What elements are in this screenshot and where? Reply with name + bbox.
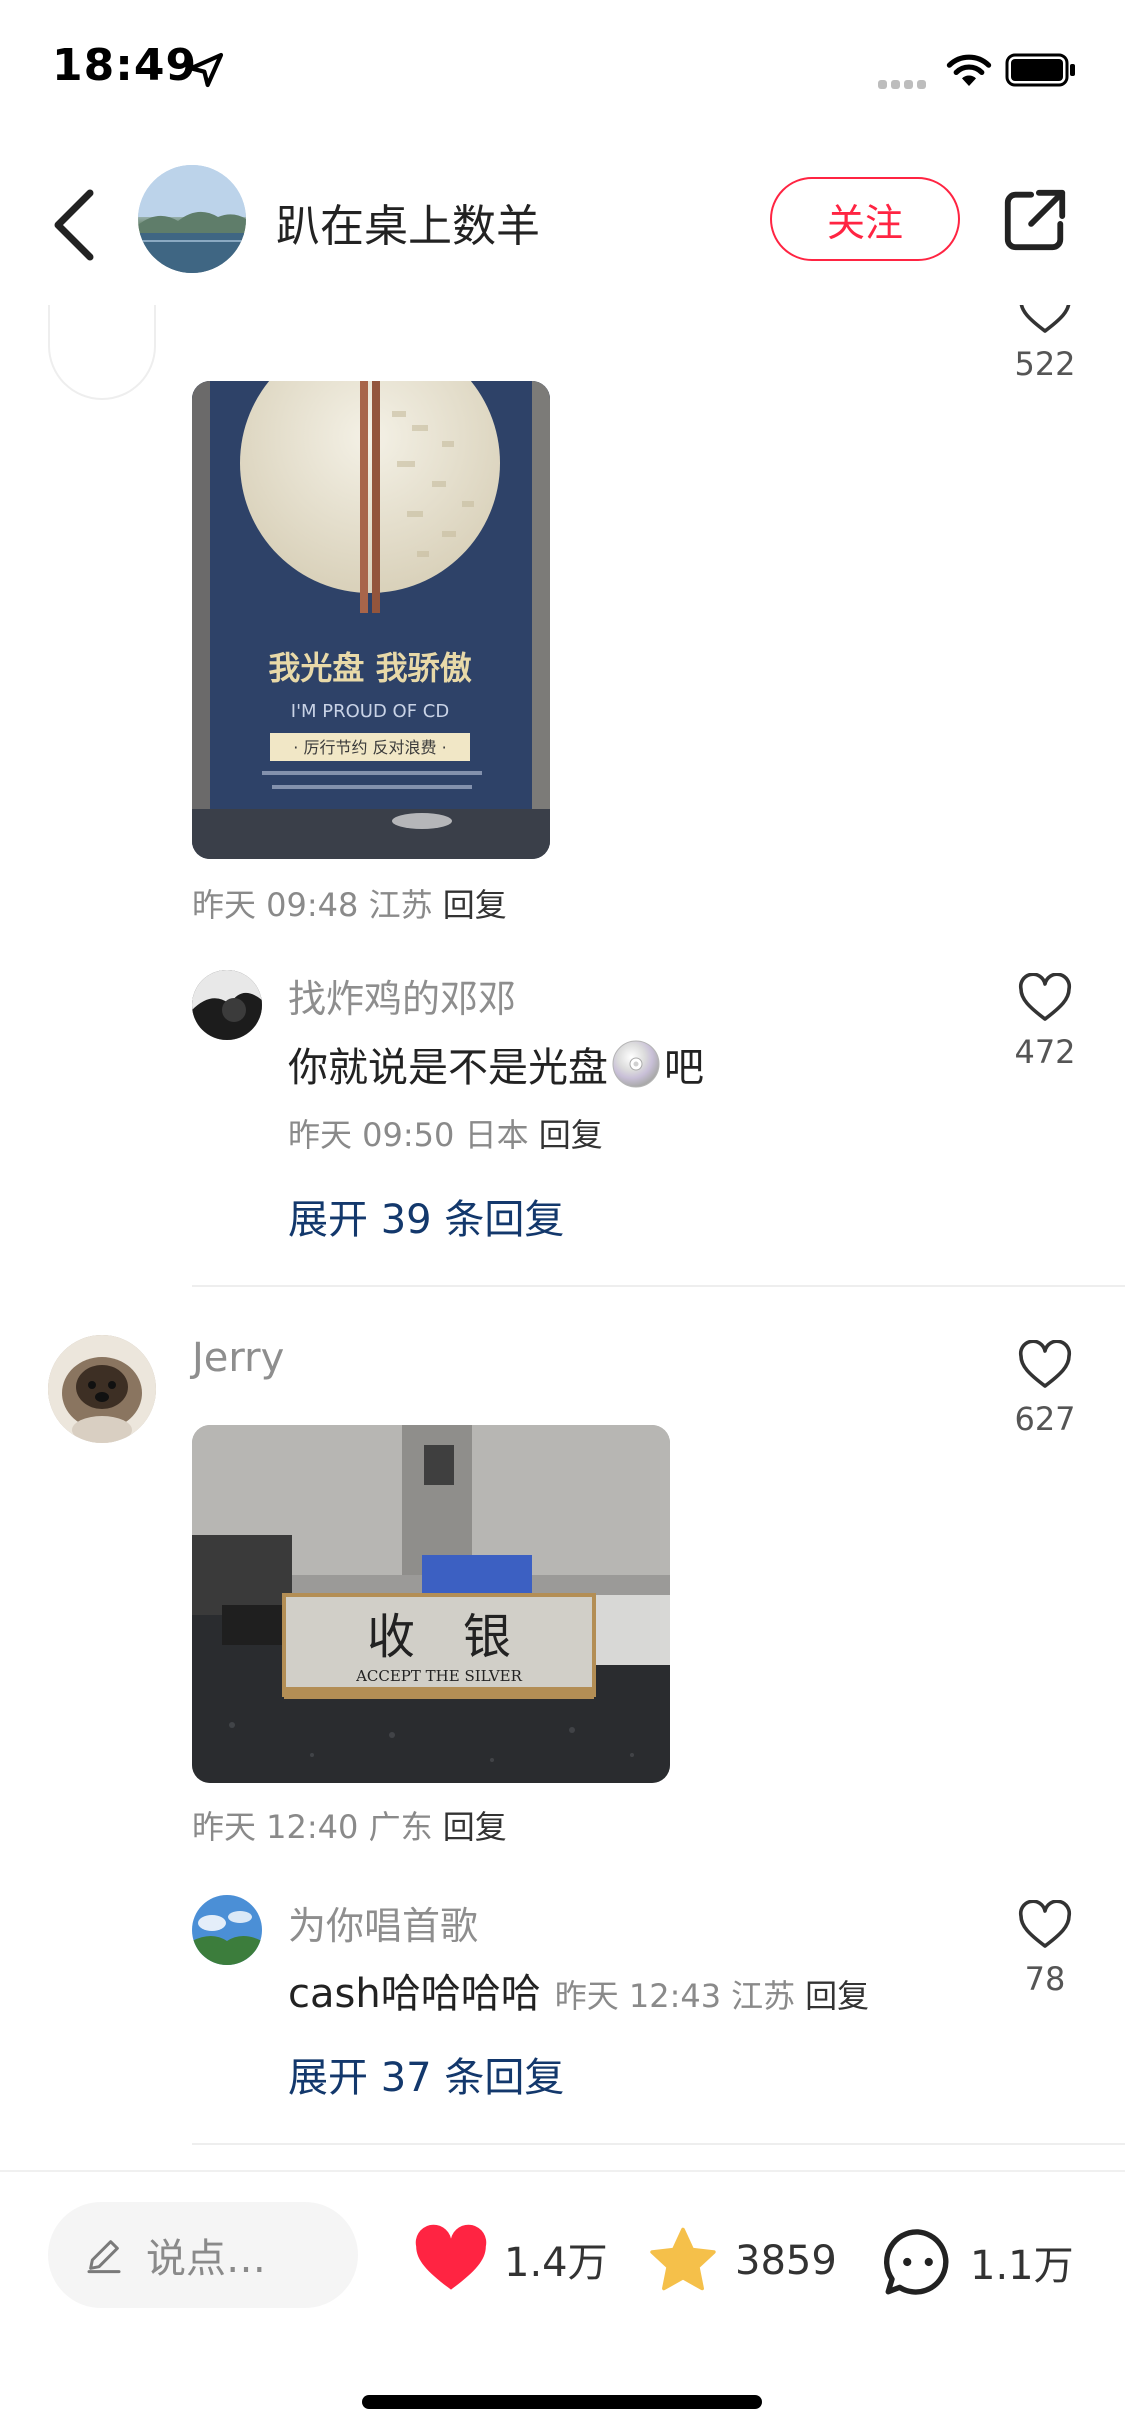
comment-input-placeholder: 说点… bbox=[146, 2236, 266, 2282]
status-time: 18:49 bbox=[52, 40, 198, 91]
reply-avatar[interactable] bbox=[192, 970, 262, 1040]
like-button[interactable]: 627 bbox=[990, 1340, 1100, 1438]
reply-button[interactable]: 回复 bbox=[443, 1808, 507, 1846]
share-icon[interactable] bbox=[1000, 185, 1070, 255]
reply-button[interactable]: 回复 bbox=[539, 1116, 603, 1154]
pencil-icon bbox=[87, 2240, 121, 2274]
reply-username[interactable]: 为你唱首歌 bbox=[288, 1895, 478, 1950]
chat-bubble-icon bbox=[883, 2229, 949, 2295]
collect-total: 3859 bbox=[735, 2238, 837, 2284]
image-caption-banner: · 厉行节约 反对浪费 · bbox=[293, 738, 446, 757]
wifi-icon bbox=[946, 54, 992, 86]
reply-username[interactable]: 找炸鸡的邓邓 bbox=[288, 968, 516, 1023]
follow-button[interactable]: 关注 bbox=[770, 177, 960, 261]
comment-button[interactable]: 1.1万 bbox=[880, 2224, 1074, 2300]
comment-time: 昨天 12:40 bbox=[192, 1808, 359, 1846]
like-total: 1.4万 bbox=[504, 2240, 608, 2286]
location-arrow-icon bbox=[188, 52, 224, 88]
comment-meta: 昨天 09:48 江苏 回复 bbox=[192, 880, 507, 926]
like-count: 627 bbox=[1014, 1400, 1076, 1438]
commenter-avatar[interactable] bbox=[48, 1335, 156, 1443]
image-caption-main: 收 银 bbox=[367, 1609, 511, 1665]
comment-divider bbox=[192, 2143, 1125, 2145]
reply-body: cash哈哈哈哈 昨天 12:43 江苏 回复 bbox=[288, 1961, 869, 2019]
heart-outline-icon bbox=[1019, 305, 1071, 333]
reply-avatar[interactable] bbox=[192, 1895, 262, 1965]
reply-like-button[interactable]: 472 bbox=[990, 973, 1100, 1071]
comment-meta: 昨天 12:40 广东 回复 bbox=[192, 1802, 507, 1848]
reply-time: 昨天 09:50 bbox=[288, 1116, 455, 1154]
commenter-username[interactable]: Jerry bbox=[192, 1335, 284, 1381]
like-note-button[interactable]: 1.4万 bbox=[412, 2224, 608, 2294]
reply-button[interactable]: 回复 bbox=[443, 886, 507, 924]
reply-location: 日本 bbox=[464, 1116, 529, 1154]
like-button[interactable]: 522 bbox=[990, 305, 1100, 383]
image-caption-main: 我光盘 我骄傲 bbox=[268, 649, 471, 687]
like-count: 522 bbox=[1014, 345, 1076, 383]
comment-location: 广东 bbox=[368, 1808, 433, 1846]
expand-replies-link[interactable]: 展开 37 条回复 bbox=[288, 2045, 564, 2103]
home-indicator[interactable] bbox=[362, 2395, 762, 2409]
comment-image-cashier-sign[interactable]: 收 银 ACCEPT THE SILVER bbox=[192, 1425, 670, 1783]
star-filled-icon bbox=[650, 2227, 716, 2291]
comment-total: 1.1万 bbox=[970, 2243, 1074, 2289]
image-caption-sub: ACCEPT THE SILVER bbox=[355, 1667, 523, 1685]
comment-divider bbox=[192, 1285, 1125, 1287]
back-icon[interactable] bbox=[46, 185, 106, 265]
reply-text-part: 吧 bbox=[664, 1045, 704, 1091]
battery-icon bbox=[1005, 53, 1075, 87]
cd-emoji-icon bbox=[612, 1040, 660, 1088]
reply-time: 昨天 12:43 bbox=[554, 1977, 722, 2015]
reply-like-button[interactable]: 78 bbox=[990, 1900, 1100, 1998]
comment-image-clean-plate-sign[interactable]: 我光盘 我骄傲 I'M PROUD OF CD · 厉行节约 反对浪费 · bbox=[192, 381, 550, 859]
heart-outline-icon bbox=[1018, 1340, 1072, 1388]
collect-button[interactable]: 3859 bbox=[645, 2224, 837, 2298]
reply-meta: 昨天 09:50 日本 回复 bbox=[288, 1110, 603, 1156]
comment-list: 522 我光盘 我骄傲 I'M PROUD OF CD · 厉行节约 反对浪费 … bbox=[0, 305, 1125, 2170]
comment-time: 昨天 09:48 bbox=[192, 886, 359, 924]
reply-text: 你就说是不是光盘 吧 bbox=[288, 1035, 704, 1093]
like-count: 78 bbox=[1024, 1960, 1066, 1998]
heart-outline-icon bbox=[1018, 1900, 1072, 1948]
image-caption-sub: I'M PROUD OF CD bbox=[291, 701, 449, 722]
heart-filled-icon bbox=[415, 2224, 487, 2290]
reply-text: cash哈哈哈哈 bbox=[288, 1971, 541, 2017]
like-count: 472 bbox=[1014, 1033, 1076, 1071]
reply-button[interactable]: 回复 bbox=[805, 1971, 869, 2017]
cellular-signal-icon bbox=[878, 74, 934, 89]
author-avatar[interactable] bbox=[138, 165, 246, 273]
comment-location: 江苏 bbox=[368, 886, 433, 924]
expand-replies-link[interactable]: 展开 39 条回复 bbox=[288, 1187, 564, 1245]
commenter-avatar[interactable] bbox=[48, 305, 156, 400]
reply-text-part: 你就说是不是光盘 bbox=[288, 1045, 608, 1091]
note-header: 趴在桌上数羊 关注 bbox=[0, 135, 1125, 305]
reply-location: 江苏 bbox=[731, 1977, 796, 2015]
heart-outline-icon bbox=[1018, 973, 1072, 1021]
author-name[interactable]: 趴在桌上数羊 bbox=[276, 190, 540, 254]
status-bar: 18:49 bbox=[0, 0, 1125, 135]
comment-input[interactable]: 说点… bbox=[48, 2202, 358, 2308]
